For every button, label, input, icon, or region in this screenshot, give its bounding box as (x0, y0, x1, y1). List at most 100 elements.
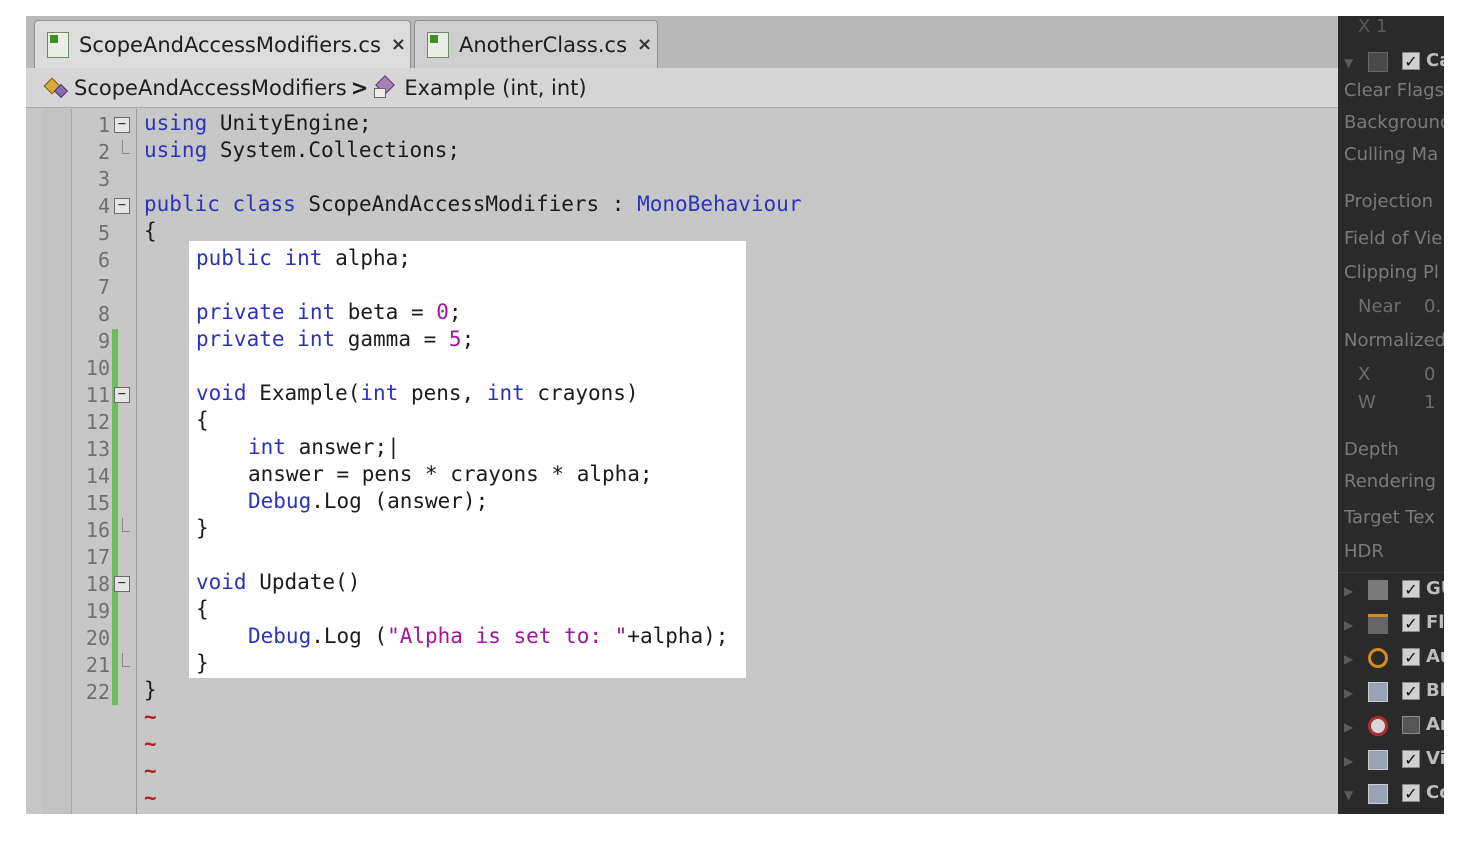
code-editor-window: ScopeAndAccessModifiers.cs × AnotherClas… (26, 16, 1338, 814)
tab-label: AnotherClass.cs (459, 32, 628, 57)
code-line-16: } (196, 516, 209, 540)
code-area[interactable]: 1 2 3 4 5 6 7 8 9 10 11 12 13 14 15 16 1… (26, 109, 1338, 814)
code-line-14: answer = pens * crayons * alpha; (248, 462, 653, 486)
code-line-12: { (196, 408, 209, 432)
viewport-w-value[interactable]: 1 (1424, 392, 1435, 413)
component-label: Vi (1426, 748, 1444, 769)
line-number: 22 (85, 680, 110, 704)
empty-line-marker: ~ (144, 759, 157, 783)
component-enabled-checkbox[interactable]: ✓ (1402, 682, 1420, 700)
component-enabled-checkbox[interactable] (1402, 716, 1420, 734)
line-number: 18 (85, 572, 110, 596)
unity-inspector-panel: X 1 ▼ ✓ Ca Clear Flags Background Cullin… (1338, 16, 1444, 814)
line-number: 2 (97, 140, 110, 164)
code-line-20: Debug.Log ("Alpha is set to: "+alpha); (248, 624, 729, 648)
inspector-top-values: X 1 (1358, 16, 1388, 37)
culling-mask-label: Culling Ma (1344, 144, 1439, 165)
tab-another-class[interactable]: AnotherClass.cs × (414, 20, 658, 68)
depth-label: Depth (1344, 439, 1399, 460)
breadcrumb: ScopeAndAccessModifiers > Example (int, … (26, 68, 1338, 108)
breadcrumb-class[interactable]: ScopeAndAccessModifiers (74, 76, 347, 100)
foldout-arrow-icon[interactable]: ▶ (1344, 720, 1353, 734)
csharp-file-icon (47, 31, 69, 58)
code-line-4: public class ScopeAndAccessModifiers : M… (144, 192, 802, 216)
code-line-5: { (144, 219, 157, 243)
component-label: An (1426, 714, 1444, 735)
viewport-x-label: X (1358, 364, 1371, 385)
near-label: Near (1358, 296, 1401, 317)
fold-end-marker (122, 518, 130, 532)
gutter-separator (136, 109, 137, 814)
flare-layer-icon (1368, 614, 1388, 634)
fold-toggle-icon[interactable]: − (114, 198, 130, 214)
code-line-11: void Example(int pens, int crayons) (196, 381, 639, 405)
line-number: 10 (85, 356, 110, 380)
line-number: 11 (85, 383, 110, 407)
foldout-arrow-icon[interactable]: ▶ (1344, 652, 1353, 666)
foldout-arrow-icon[interactable]: ▶ (1344, 618, 1353, 632)
line-number: 16 (85, 518, 110, 542)
line-number: 13 (85, 437, 110, 461)
line-number: 21 (85, 653, 110, 677)
line-number: 12 (85, 410, 110, 434)
empty-line-marker: ~ (144, 732, 157, 756)
code-line-1: using UnityEngine; (144, 111, 372, 135)
line-number: 4 (97, 194, 110, 218)
line-number: 20 (85, 626, 110, 650)
code-line-19: { (196, 597, 209, 621)
code-line-13[interactable]: int answer;| (248, 435, 400, 459)
component-enabled-checkbox[interactable]: ✓ (1402, 614, 1420, 632)
foldout-arrow-icon[interactable]: ▶ (1344, 686, 1353, 700)
left-gutter (42, 109, 72, 814)
empty-line-marker: ~ (144, 705, 157, 729)
code-line-18: void Update() (196, 570, 361, 594)
tab-label: ScopeAndAccessModifiers.cs (79, 32, 381, 57)
component-enabled-checkbox[interactable]: ✓ (1402, 750, 1420, 768)
hdr-label: HDR (1344, 541, 1384, 562)
foldout-arrow-icon[interactable]: ▼ (1344, 56, 1353, 70)
near-value[interactable]: 0. (1424, 296, 1441, 317)
foldout-arrow-icon[interactable]: ▶ (1344, 754, 1353, 768)
component-label: Au (1426, 646, 1444, 667)
tab-scope-and-access-modifiers[interactable]: ScopeAndAccessModifiers.cs × (34, 20, 411, 68)
fold-toggle-icon[interactable]: − (114, 117, 130, 133)
line-number: 1 (97, 113, 110, 137)
code-line-21: } (196, 651, 209, 675)
target-texture-label: Target Tex (1344, 507, 1435, 528)
gui-layer-icon (1368, 580, 1388, 600)
line-number: 15 (85, 491, 110, 515)
inspector-divider (1338, 572, 1444, 573)
viewport-w-label: W (1358, 392, 1376, 413)
tab-bar: ScopeAndAccessModifiers.cs × AnotherClas… (26, 16, 1338, 68)
code-line-8: private int beta = 0; (196, 300, 462, 324)
line-number: 9 (97, 329, 110, 353)
component-enabled-checkbox[interactable]: ✓ (1402, 648, 1420, 666)
private-method-icon (372, 74, 400, 100)
breadcrumb-separator: > (350, 75, 369, 100)
component-label: Bl (1426, 680, 1444, 701)
line-number: 7 (97, 275, 110, 299)
background-label: Background (1344, 112, 1444, 133)
fold-end-marker (122, 653, 130, 667)
component-label: Fl (1426, 612, 1444, 633)
camera-icon (1368, 52, 1388, 72)
line-number: 8 (97, 302, 110, 326)
code-line-2: using System.Collections; (144, 138, 461, 162)
camera-component-label: Ca (1426, 50, 1444, 71)
code-line-9: private int gamma = 5; (196, 327, 475, 351)
viewport-x-value[interactable]: 0 (1424, 364, 1435, 385)
component-enabled-checkbox[interactable]: ✓ (1402, 580, 1420, 598)
close-icon[interactable]: × (391, 34, 406, 55)
line-number: 5 (97, 221, 110, 245)
camera-enabled-checkbox[interactable]: ✓ (1402, 52, 1420, 70)
js-script-icon (1368, 682, 1388, 702)
csharp-file-icon (427, 31, 449, 58)
foldout-arrow-icon[interactable]: ▶ (1344, 584, 1353, 598)
breadcrumb-method[interactable]: Example (int, int) (404, 76, 586, 100)
component-enabled-checkbox[interactable]: ✓ (1402, 784, 1420, 802)
fold-toggle-icon[interactable]: − (114, 387, 130, 403)
close-icon[interactable]: × (637, 34, 652, 55)
foldout-arrow-icon[interactable]: ▼ (1344, 788, 1353, 802)
fold-toggle-icon[interactable]: − (114, 576, 130, 592)
code-line-22: } (144, 678, 157, 702)
